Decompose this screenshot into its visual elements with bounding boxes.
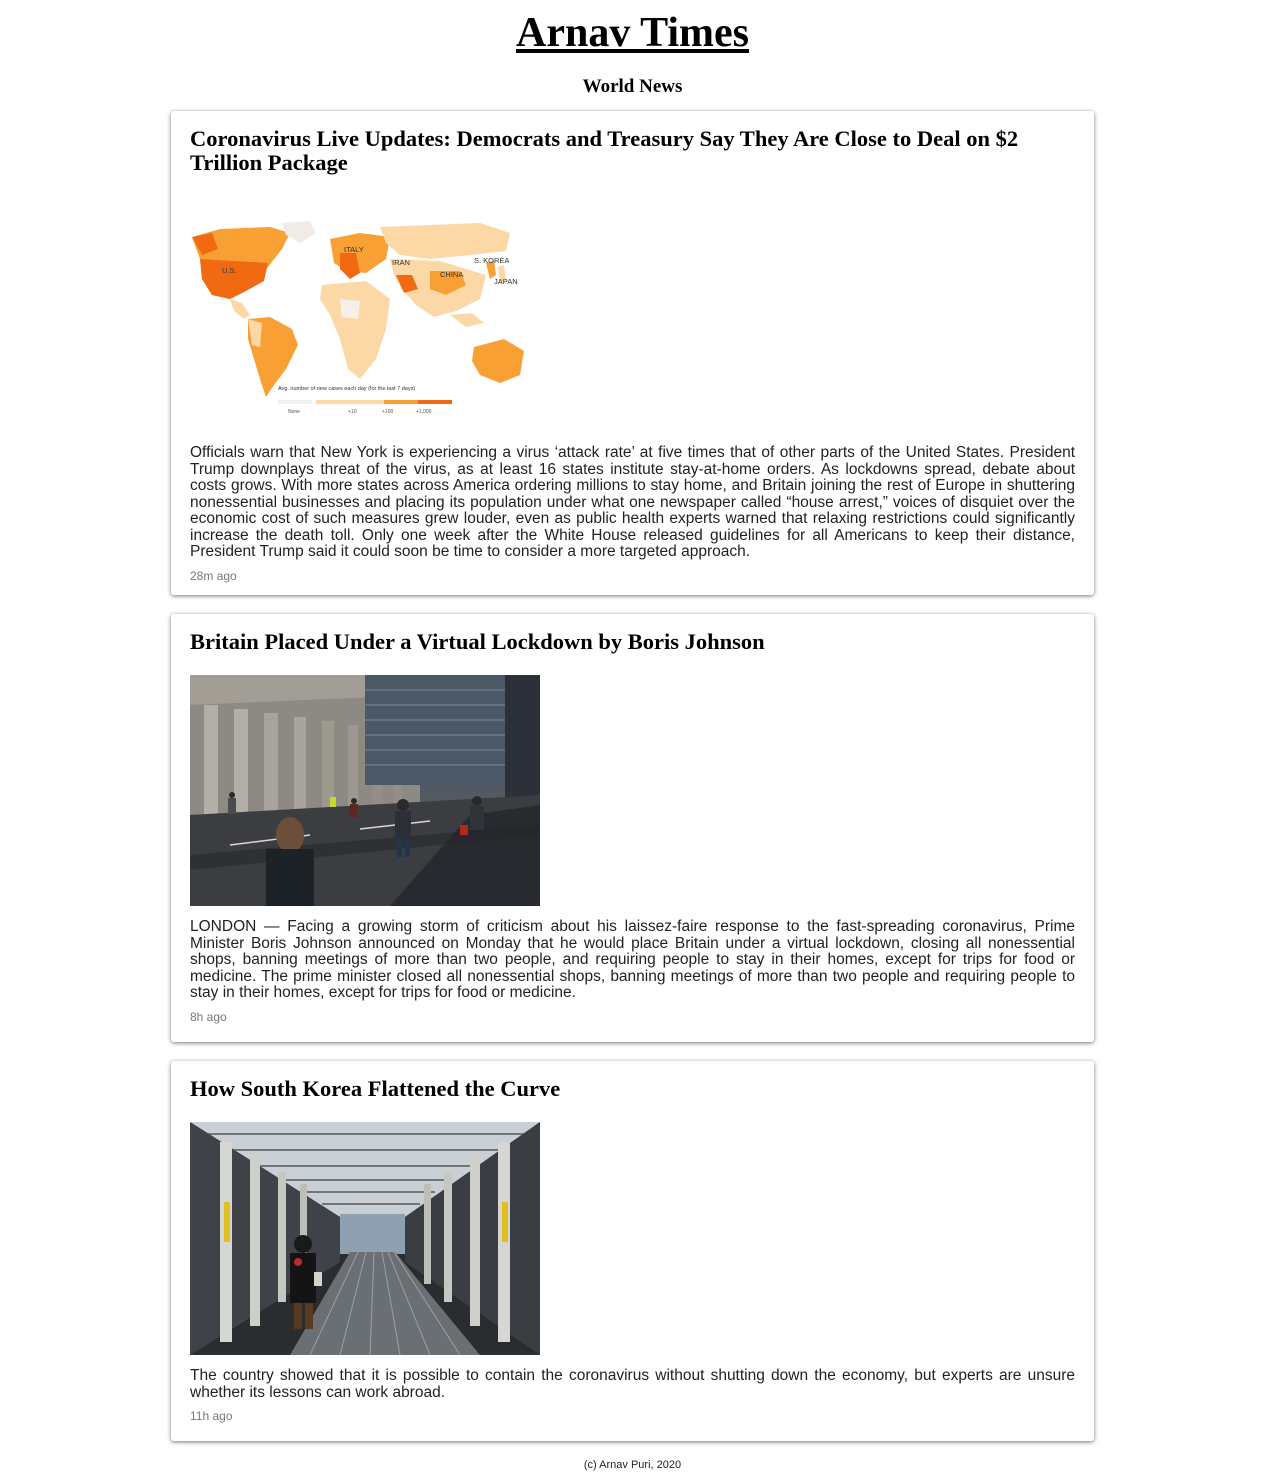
article-headline[interactable]: Britain Placed Under a Virtual Lockdown … [190, 630, 1075, 654]
map-legend-100: +100 [382, 409, 393, 415]
article-headline[interactable]: How South Korea Flattened the Curve [190, 1077, 1075, 1101]
article-timestamp: 11h ago [190, 1409, 233, 1423]
map-label-china: CHINA [440, 270, 463, 279]
map-label-japan: JAPAN [494, 277, 518, 286]
world-map-image: ITALY U.S. IRAN S. KOREA CHINA JAPAN Avg… [190, 219, 540, 417]
masthead: Arnav Times World News [0, 0, 1265, 98]
article-image-korea-escalator[interactable] [190, 1122, 540, 1355]
map-legend-title: Avg. number of new cases each day (for t… [278, 386, 415, 392]
london-street-photo [190, 675, 540, 906]
article-summary: The country showed that it is possible t… [190, 1367, 1075, 1401]
article-card-1: Coronavirus Live Updates: Democrats and … [171, 111, 1094, 595]
article-card-3: How South Korea Flattened the Curve The … [171, 1061, 1094, 1441]
article-summary: LONDON — Facing a growing storm of criti… [190, 918, 1075, 1001]
map-label-south-korea: S. KOREA [474, 256, 509, 265]
map-label-us: U.S. [222, 266, 237, 275]
article-image-london-street[interactable] [190, 675, 540, 906]
site-title[interactable]: Arnav Times [516, 0, 749, 56]
map-label-iran: IRAN [392, 258, 410, 267]
article-card-2: Britain Placed Under a Virtual Lockdown … [171, 614, 1094, 1042]
article-headline[interactable]: Coronavirus Live Updates: Democrats and … [190, 127, 1075, 175]
article-image-covid-map[interactable]: ITALY U.S. IRAN S. KOREA CHINA JAPAN Avg… [190, 219, 540, 417]
article-summary: Officials warn that New York is experien… [190, 444, 1075, 560]
map-legend-10: +10 [348, 409, 357, 415]
map-label-italy: ITALY [344, 245, 364, 254]
article-timestamp: 28m ago [190, 568, 237, 583]
article-timestamp: 8h ago [190, 1009, 227, 1024]
korea-escalator-photo [190, 1122, 540, 1355]
section-title: World News [582, 76, 683, 97]
map-legend-none: None [288, 409, 300, 415]
footer-copyright: (c) Arnav Puri, 2020 [583, 1459, 682, 1471]
map-legend-1000: +1,000 [416, 409, 432, 415]
